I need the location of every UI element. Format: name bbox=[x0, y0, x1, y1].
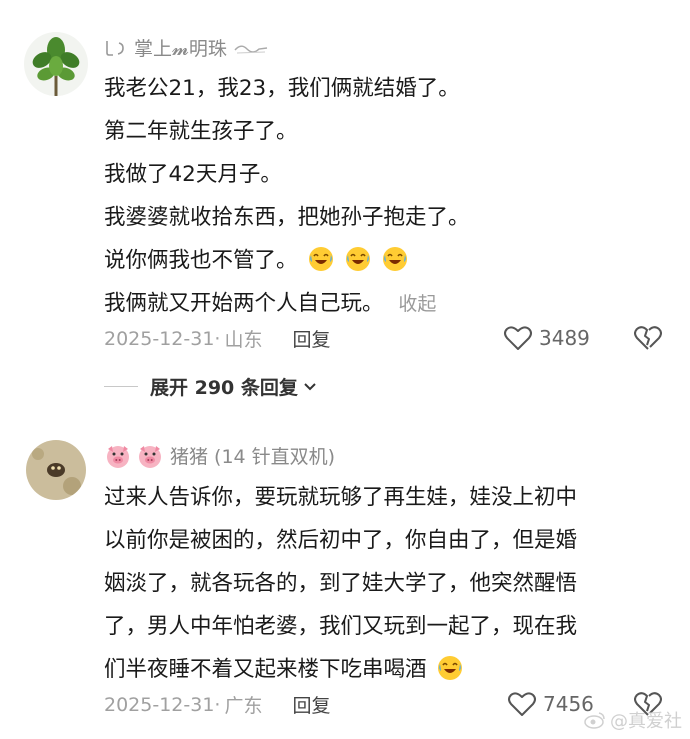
collapse-link[interactable]: 收起 bbox=[398, 293, 436, 315]
cat-avatar-image bbox=[26, 440, 86, 500]
comment-line: 过来人告诉你，要玩就玩够了再生娃，娃没上初中 bbox=[104, 485, 578, 510]
laugh-cry-emoji-icon bbox=[438, 656, 463, 680]
laugh-cry-emoji-icon bbox=[346, 247, 371, 271]
comment-line: 我婆婆就收拾东西，把她孙子抱走了。 bbox=[104, 205, 470, 230]
plant-avatar-image bbox=[24, 32, 88, 96]
avatar[interactable] bbox=[24, 32, 88, 96]
username-row: 掌上𝓶明珠 bbox=[104, 34, 269, 61]
reply-button[interactable]: 回复 bbox=[292, 691, 330, 718]
comment-meta: 2025-12-31 · 广东 回复 bbox=[104, 691, 331, 718]
chevron-down-icon bbox=[304, 382, 316, 390]
avatar[interactable] bbox=[26, 440, 86, 500]
reply-button[interactable]: 回复 bbox=[292, 325, 330, 352]
meta-dot: · bbox=[214, 327, 221, 350]
comment-date: 2025-12-31 bbox=[104, 693, 215, 716]
comment-body: 过来人告诉你，要玩就玩够了再生娃，娃没上初中 以前你是被困的，然后初中了，你自由… bbox=[104, 476, 577, 691]
comment-line-with-emoji: 说你俩我也不管了。 bbox=[104, 239, 470, 282]
comment-meta: 2025-12-31 · 山东 回复 bbox=[104, 325, 331, 352]
like-button[interactable]: 7456 bbox=[507, 690, 594, 718]
meta-dot: · bbox=[214, 693, 221, 716]
watermark-text: @真爱社 bbox=[610, 711, 682, 732]
comment-location: 广东 bbox=[224, 695, 263, 717]
comment-line: 我俩就又开始两个人自己玩。 收起 bbox=[104, 282, 470, 325]
dislike-button[interactable] bbox=[634, 324, 662, 356]
watermark: @真爱社 bbox=[584, 707, 682, 733]
heart-outline-icon bbox=[508, 692, 536, 716]
comment-line-text: 们半夜睡不着又起来楼下吃串喝酒 bbox=[104, 657, 427, 682]
comment-line: 第二年就生孩子了。 bbox=[104, 119, 298, 144]
heart-outline-icon bbox=[504, 326, 532, 350]
laugh-cry-emoji-icon bbox=[383, 247, 408, 271]
slash-brackets-icon bbox=[104, 37, 128, 59]
username[interactable]: 掌上𝓶明珠 bbox=[134, 34, 227, 61]
expand-replies-label: 展开 290 条回复 bbox=[150, 377, 298, 399]
laugh-cry-emoji-icon bbox=[309, 247, 334, 271]
comment-line: 姻淡了，就各玩各的，到了娃大学了，他突然醒悟 bbox=[104, 571, 578, 596]
comment-line-with-emoji: 们半夜睡不着又起来楼下吃串喝酒 bbox=[104, 648, 577, 691]
divider-dash bbox=[104, 386, 138, 387]
comment-date: 2025-12-31 bbox=[104, 327, 215, 350]
wave-icon bbox=[233, 39, 269, 57]
username-row: 猪猪 (14 针直双机) bbox=[104, 442, 335, 469]
weibo-logo-icon bbox=[584, 712, 605, 729]
expand-replies-button[interactable]: 展开 290 条回复 bbox=[104, 373, 318, 400]
pig-emoji-icon bbox=[139, 445, 161, 468]
comment-body: 我老公21，我23，我们俩就结婚了。 第二年就生孩子了。 我做了42天月子。 我… bbox=[104, 67, 470, 325]
like-button[interactable]: 3489 bbox=[503, 324, 590, 352]
comment-line: 我做了42天月子。 bbox=[104, 162, 282, 187]
comment-location: 山东 bbox=[224, 329, 263, 351]
comment-line: 了，男人中年怕老婆，我们又玩到一起了，现在我 bbox=[104, 614, 578, 639]
comment-line-text: 我俩就又开始两个人自己玩。 bbox=[104, 291, 384, 316]
like-count: 3489 bbox=[539, 326, 590, 350]
pig-emoji-icon bbox=[107, 445, 129, 468]
broken-heart-icon bbox=[634, 326, 662, 350]
comment-line-text: 说你俩我也不管了。 bbox=[104, 248, 298, 273]
comment-line: 我老公21，我23，我们俩就结婚了。 bbox=[104, 76, 460, 101]
comment-line: 以前你是被困的，然后初中了，你自由了，但是婚 bbox=[104, 528, 578, 553]
username[interactable]: 猪猪 (14 针直双机) bbox=[170, 442, 335, 469]
